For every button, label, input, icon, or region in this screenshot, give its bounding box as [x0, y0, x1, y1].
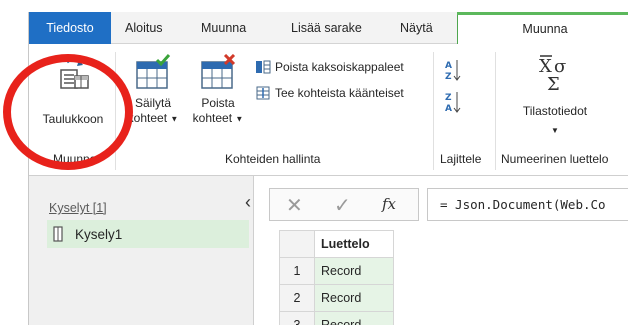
tab-list-tools-transform[interactable]: Muunna [457, 12, 628, 45]
svg-text:A: A [445, 61, 452, 71]
queries-pane: Kyselyt [1] ‹ Kysely1 [29, 176, 254, 325]
collapse-pane-icon[interactable]: ‹ [245, 192, 251, 213]
row-number: 2 [279, 284, 315, 312]
cancel-icon[interactable]: ✕ [286, 193, 303, 218]
remove-items-button[interactable]: Poista kohteet ▼ [187, 54, 249, 126]
queries-pane-title: Kyselyt [1] [49, 201, 107, 215]
reverse-items-icon [256, 86, 270, 100]
keep-items-label-2: kohteet [127, 111, 168, 125]
table-cell[interactable]: Record [314, 284, 394, 312]
tab-add-column[interactable]: Lisää sarake [291, 12, 362, 44]
to-table-button[interactable]: Taulukkoon [35, 52, 111, 127]
query-list-item[interactable]: Kysely1 [47, 220, 249, 248]
grid-corner[interactable] [279, 230, 315, 258]
remove-items-label-1: Poista [201, 96, 235, 110]
svg-text:Z: Z [445, 72, 452, 82]
group-label-numeric-list: Numeerinen luettelo [501, 152, 609, 166]
statistics-label: Tilastotiedot [522, 104, 588, 118]
column-header[interactable]: Luettelo [314, 230, 394, 258]
remove-duplicates-button[interactable]: Poista kaksoiskappaleet [255, 59, 404, 75]
group-separator [495, 52, 496, 170]
dropdown-caret-icon: ▼ [170, 114, 179, 124]
row-number: 3 [279, 311, 315, 325]
ribbon-tab-bar: Tiedosto Aloitus Muunna Lisää sarake Näy… [29, 12, 628, 45]
svg-text:A: A [445, 104, 452, 114]
fx-icon[interactable]: fx [382, 195, 396, 213]
reverse-items-label: Tee kohteista käänteiset [275, 86, 404, 100]
group-label-convert: Muunna [53, 152, 97, 166]
tab-transform[interactable]: Muunna [201, 12, 246, 44]
tab-view[interactable]: Näytä [400, 12, 433, 44]
group-label-sort: Lajittele [440, 152, 482, 166]
keep-items-label-1: Säilytä [134, 96, 172, 110]
row-number: 1 [279, 257, 315, 285]
statistics-button[interactable]: X σ Σ Tilastotiedot ▼ [507, 52, 603, 138]
group-separator [115, 52, 116, 170]
query-name: Kysely1 [75, 226, 123, 242]
sort-descending-button[interactable]: Z A [443, 90, 463, 118]
reverse-items-button[interactable]: Tee kohteista käänteiset [255, 85, 404, 101]
sort-ascending-button[interactable]: A Z [443, 58, 463, 86]
sort-descending-icon: Z A [445, 92, 461, 114]
remove-items-icon [201, 54, 236, 89]
remove-duplicates-icon [256, 60, 271, 74]
to-table-label: Taulukkoon [42, 112, 104, 126]
dropdown-caret-icon: ▼ [551, 126, 559, 135]
tab-file[interactable]: Tiedosto [29, 12, 111, 44]
ribbon-panel: Taulukkoon Säilytä kohteet ▼ Poista koht… [29, 44, 628, 176]
tab-home[interactable]: Aloitus [125, 12, 163, 44]
svg-text:Σ: Σ [547, 74, 560, 92]
remove-items-label-2: kohteet [192, 111, 233, 125]
keep-items-button[interactable]: Säilytä kohteet ▼ [123, 54, 183, 126]
group-separator [433, 52, 434, 170]
table-cell[interactable]: Record [314, 257, 394, 285]
sort-ascending-icon: A Z [445, 60, 461, 82]
remove-duplicates-label: Poista kaksoiskappaleet [275, 60, 404, 74]
statistics-icon: X σ Σ [539, 55, 566, 92]
svg-text:Z: Z [445, 93, 452, 103]
to-table-icon [60, 57, 89, 89]
check-icon[interactable]: ✓ [334, 193, 351, 218]
power-query-window: Tiedosto Aloitus Muunna Lisää sarake Näy… [28, 12, 628, 325]
formula-input[interactable]: = Json.Document(Web.Co [427, 188, 628, 221]
query-icon [53, 226, 63, 242]
keep-items-icon [136, 54, 171, 89]
dropdown-caret-icon: ▼ [235, 114, 244, 124]
formula-bar-controls: ✕ ✓ fx [269, 188, 419, 221]
table-cell[interactable]: Record [314, 311, 394, 325]
group-label-manage-items: Kohteiden hallinta [225, 152, 321, 166]
